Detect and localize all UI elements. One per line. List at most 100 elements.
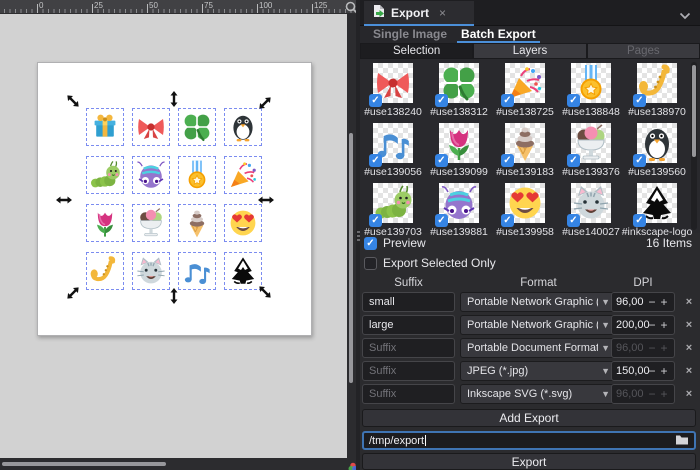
scale-handle[interactable] bbox=[65, 93, 82, 110]
dpi-increase-button[interactable]: + bbox=[658, 295, 670, 309]
canvas-object-soft-ice-cream[interactable] bbox=[178, 204, 216, 242]
canvas-object-bow[interactable] bbox=[132, 108, 170, 146]
export-dialog-tab[interactable]: Export × bbox=[364, 1, 474, 26]
item-checkbox[interactable]: ✓ bbox=[567, 94, 580, 107]
item-checkbox[interactable]: ✓ bbox=[435, 214, 448, 227]
item-thumbnail-penguin[interactable]: ✓ bbox=[637, 123, 677, 163]
tab-batch-export[interactable]: Batch Export bbox=[457, 26, 540, 43]
dpi-decrease-button[interactable]: − bbox=[646, 318, 658, 332]
format-select[interactable]: Portable Network Graphic (*.png)▼ bbox=[460, 315, 617, 335]
canvas-object-sundae[interactable] bbox=[132, 204, 170, 242]
scale-handle[interactable] bbox=[170, 91, 178, 107]
item-thumbnail-bow[interactable]: ✓ bbox=[373, 63, 413, 103]
canvas-object-clover[interactable] bbox=[178, 108, 216, 146]
canvas-object-heart-eyes[interactable] bbox=[224, 204, 262, 242]
remove-export-row-button[interactable]: × bbox=[682, 364, 696, 378]
item-thumbnail-heart-eyes[interactable]: ✓ bbox=[505, 183, 545, 223]
scale-handle[interactable] bbox=[56, 196, 72, 204]
export-path-input[interactable]: /tmp/export bbox=[362, 431, 696, 450]
item-checkbox[interactable]: ✓ bbox=[369, 94, 382, 107]
item-thumbnail-party-popper[interactable]: ✓ bbox=[505, 63, 545, 103]
canvas-object-medal[interactable] bbox=[178, 156, 216, 194]
suffix-input[interactable]: Suffix bbox=[362, 338, 455, 358]
item-thumbnail-cat[interactable]: ✓ bbox=[571, 183, 611, 223]
tab-single-image[interactable]: Single Image bbox=[369, 26, 451, 43]
canvas-object-bug[interactable] bbox=[132, 156, 170, 194]
segment-selection[interactable]: Selection bbox=[360, 43, 473, 59]
item-checkbox[interactable]: ✓ bbox=[435, 154, 448, 167]
item-thumbnail-caterpillar[interactable]: ✓ bbox=[373, 183, 413, 223]
scale-handle[interactable] bbox=[257, 284, 274, 301]
format-select[interactable]: JPEG (*.jpg)▼ bbox=[460, 361, 617, 381]
vertical-scrollbar-thumb[interactable] bbox=[349, 133, 353, 383]
remove-export-row-button[interactable]: × bbox=[682, 341, 696, 355]
canvas-object-gift[interactable] bbox=[86, 108, 124, 146]
chevron-down-icon[interactable] bbox=[679, 9, 691, 23]
segment-layers[interactable]: Layers bbox=[473, 43, 586, 59]
add-export-button[interactable]: Add Export bbox=[362, 409, 696, 427]
item-thumbnail-bug[interactable]: ✓ bbox=[439, 183, 479, 223]
item-checkbox[interactable]: ✓ bbox=[567, 214, 580, 227]
suffix-input[interactable]: small bbox=[362, 292, 455, 312]
scale-handle[interactable] bbox=[258, 196, 274, 204]
item-checkbox[interactable]: ✓ bbox=[369, 214, 382, 227]
scale-handle[interactable] bbox=[257, 95, 274, 112]
dpi-increase-button[interactable]: + bbox=[658, 364, 670, 378]
remove-export-row-button[interactable]: × bbox=[682, 387, 696, 401]
item-thumbnail-soft-ice-cream[interactable]: ✓ bbox=[505, 123, 545, 163]
item-checkbox[interactable]: ✓ bbox=[501, 214, 514, 227]
dpi-spinbox[interactable]: 200,00−+ bbox=[611, 315, 675, 335]
canvas-object-penguin[interactable] bbox=[224, 108, 262, 146]
items-scrollbar-thumb[interactable] bbox=[692, 65, 696, 157]
dpi-value[interactable]: 150,00 bbox=[612, 365, 646, 377]
canvas-object-saxophone[interactable] bbox=[86, 252, 124, 290]
item-thumbnail-inkscape-logo[interactable]: ✓ bbox=[637, 183, 677, 223]
item-thumbnail-tulip[interactable]: ✓ bbox=[439, 123, 479, 163]
scale-handle[interactable] bbox=[65, 285, 82, 302]
item-checkbox[interactable]: ✓ bbox=[369, 154, 382, 167]
item-checkbox[interactable]: ✓ bbox=[501, 154, 514, 167]
item-thumbnail-medal[interactable]: ✓ bbox=[571, 63, 611, 103]
item-checkbox[interactable]: ✓ bbox=[633, 154, 646, 167]
item-checkbox[interactable]: ✓ bbox=[567, 154, 580, 167]
suffix-input[interactable]: large bbox=[362, 315, 455, 335]
item-thumbnail-music-notes[interactable]: ✓ bbox=[373, 123, 413, 163]
preview-checkbox[interactable]: ✓ bbox=[364, 237, 377, 250]
format-select[interactable]: Inkscape SVG (*.svg)▼ bbox=[460, 384, 617, 404]
dpi-value[interactable]: 96,00 bbox=[612, 296, 646, 308]
item-checkbox[interactable]: ✓ bbox=[435, 94, 448, 107]
suffix-input[interactable]: Suffix bbox=[362, 361, 455, 381]
item-thumbnail-sundae[interactable]: ✓ bbox=[571, 123, 611, 163]
dpi-decrease-button[interactable]: − bbox=[646, 295, 658, 309]
item-checkbox[interactable]: ✓ bbox=[633, 214, 646, 227]
canvas-horizontal-scrollbar[interactable] bbox=[0, 458, 360, 470]
export-button[interactable]: Export bbox=[362, 453, 696, 470]
horizontal-scrollbar-thumb[interactable] bbox=[2, 462, 166, 466]
scale-handle[interactable] bbox=[170, 288, 178, 304]
remove-export-row-button[interactable]: × bbox=[682, 318, 696, 332]
canvas-area[interactable]: 0255075100125 bbox=[0, 0, 360, 470]
format-select[interactable]: Portable Document Format (*.pdf)▼ bbox=[460, 338, 617, 358]
canvas-object-tulip[interactable] bbox=[86, 204, 124, 242]
dpi-spinbox[interactable]: 96,00−+ bbox=[611, 292, 675, 312]
canvas-object-party-popper[interactable] bbox=[224, 156, 262, 194]
folder-icon[interactable] bbox=[675, 434, 689, 448]
items-scrollbar[interactable] bbox=[691, 62, 697, 230]
dpi-spinbox[interactable]: 150,00−+ bbox=[611, 361, 675, 381]
item-checkbox[interactable]: ✓ bbox=[501, 94, 514, 107]
remove-export-row-button[interactable]: × bbox=[682, 295, 696, 309]
canvas-object-music-notes[interactable] bbox=[178, 252, 216, 290]
canvas-object-caterpillar[interactable] bbox=[86, 156, 124, 194]
page[interactable] bbox=[37, 62, 312, 336]
item-thumbnail-clover[interactable]: ✓ bbox=[439, 63, 479, 103]
item-thumbnail-saxophone[interactable]: ✓ bbox=[637, 63, 677, 103]
suffix-input[interactable]: Suffix bbox=[362, 384, 455, 404]
export-selected-only-checkbox[interactable] bbox=[364, 257, 377, 270]
item-checkbox[interactable]: ✓ bbox=[633, 94, 646, 107]
canvas-object-cat[interactable] bbox=[132, 252, 170, 290]
dpi-value[interactable]: 200,00 bbox=[612, 319, 646, 331]
canvas-object-inkscape-logo[interactable] bbox=[224, 252, 262, 290]
dpi-increase-button[interactable]: + bbox=[658, 318, 670, 332]
close-icon[interactable]: × bbox=[439, 6, 446, 20]
dpi-decrease-button[interactable]: − bbox=[646, 364, 658, 378]
